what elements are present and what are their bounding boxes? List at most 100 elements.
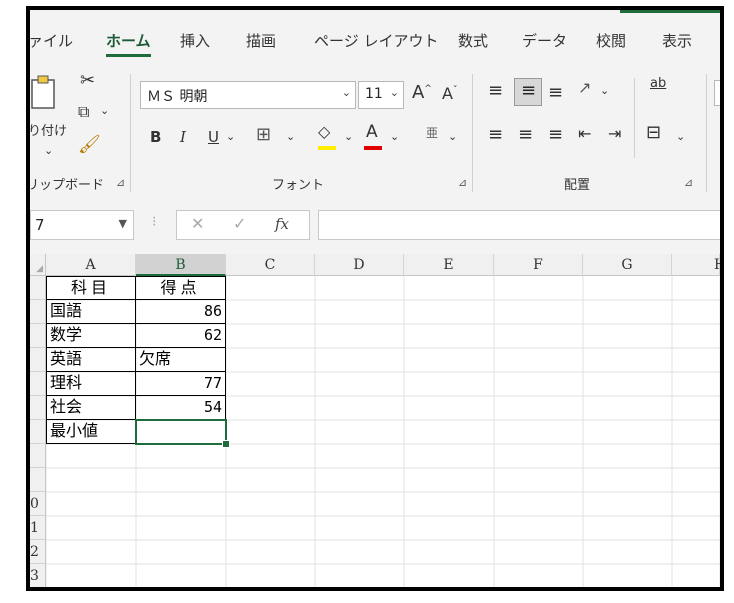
copy-icon[interactable]: ⧉ — [78, 102, 89, 122]
cell-a4[interactable]: 英語 — [46, 348, 136, 372]
chevron-down-icon: ⌄ — [341, 86, 351, 99]
cell-b5[interactable]: 77 — [136, 372, 226, 396]
borders-icon[interactable]: ⊞ — [256, 124, 271, 145]
font-size-select[interactable]: 11 ⌄ — [358, 81, 404, 109]
phonetic-dropdown-icon[interactable]: ⌄ — [448, 130, 457, 143]
tab-insert[interactable]: 挿入 — [180, 30, 210, 51]
cell-b3[interactable]: 62 — [136, 324, 226, 348]
bold-button[interactable]: B — [150, 128, 161, 146]
increase-font-icon[interactable]: A^ — [412, 82, 432, 103]
column-header-h[interactable]: H — [672, 254, 720, 276]
column-header-f[interactable]: F — [494, 254, 583, 276]
cell-a2[interactable]: 国語 — [46, 300, 136, 324]
font-color-icon[interactable]: A — [366, 122, 378, 142]
tab-file[interactable]: ァイル — [30, 30, 73, 51]
italic-button[interactable]: I — [180, 128, 186, 146]
orientation-icon[interactable]: ↗ — [578, 78, 591, 97]
formula-input[interactable] — [318, 210, 720, 240]
row-header[interactable]: 1 — [30, 516, 46, 540]
alignment-launcher-icon[interactable]: ⊿ — [684, 176, 693, 189]
cell-a6[interactable]: 社会 — [46, 396, 136, 420]
cell-b6[interactable]: 54 — [136, 396, 226, 420]
row-header[interactable]: 0 — [30, 492, 46, 516]
fill-handle[interactable] — [222, 440, 230, 448]
align-left-icon[interactable]: ≡ — [488, 124, 503, 145]
cell-a7[interactable]: 最小値 — [46, 420, 136, 444]
phonetic-icon[interactable]: 亜 — [426, 124, 438, 141]
row-header[interactable] — [30, 396, 46, 420]
insert-function-icon[interactable]: fx — [275, 215, 289, 233]
row-header[interactable] — [30, 276, 46, 300]
formula-bar-grip-icon: ⁝ — [152, 214, 157, 230]
row-header[interactable] — [30, 444, 46, 468]
column-header-a[interactable]: A — [46, 254, 136, 276]
cell-b1[interactable]: 得点 — [136, 276, 226, 300]
row-header[interactable]: 2 — [30, 540, 46, 564]
clipboard-group-label: リップボード — [26, 178, 105, 193]
underline-dropdown-icon[interactable]: ⌄ — [226, 130, 235, 143]
align-center-icon[interactable]: ≡ — [518, 124, 533, 145]
align-middle-button[interactable]: ≡ — [514, 78, 542, 106]
row-header[interactable] — [30, 324, 46, 348]
tab-page-layout[interactable]: ページ レイアウト — [314, 30, 438, 51]
borders-dropdown-icon[interactable]: ⌄ — [286, 130, 295, 143]
decrease-indent-icon[interactable]: ⇤ — [578, 124, 591, 143]
paste-label[interactable]: り付け — [30, 120, 67, 139]
format-painter-icon[interactable]: 🖌 — [78, 134, 101, 155]
merge-dropdown-icon[interactable]: ⌄ — [676, 130, 685, 143]
orientation-dropdown-icon[interactable]: ⌄ — [600, 84, 609, 97]
worksheet-grid[interactable]: ◢ A B C D E F G H 0123 科目 得点 国語 86 数学 62… — [30, 254, 720, 587]
fill-dropdown-icon[interactable]: ⌄ — [344, 130, 353, 143]
cut-icon[interactable]: ✂ — [80, 70, 95, 91]
row-header[interactable] — [30, 300, 46, 324]
increase-indent-icon[interactable]: ⇥ — [608, 124, 621, 143]
cell-a1[interactable]: 科目 — [46, 276, 136, 300]
column-header-d[interactable]: D — [315, 254, 404, 276]
align-right-icon[interactable]: ≡ — [548, 124, 563, 145]
copy-dropdown-icon[interactable]: ⌄ — [100, 104, 109, 117]
font-launcher-icon[interactable]: ⊿ — [458, 176, 467, 189]
clipboard-launcher-icon[interactable]: ⊿ — [116, 176, 125, 189]
align-bottom-icon[interactable]: ≡ — [548, 82, 563, 103]
row-header[interactable] — [30, 420, 46, 444]
underline-button[interactable]: U — [208, 128, 219, 146]
row-header[interactable] — [30, 468, 46, 492]
paste-dropdown-icon[interactable]: ⌄ — [44, 144, 53, 157]
tab-formulas[interactable]: 数式 — [458, 30, 488, 51]
wrap-text-icon[interactable]: ab — [650, 77, 666, 90]
fill-color-icon[interactable]: ◇ — [318, 122, 330, 141]
tab-data[interactable]: データ — [522, 30, 567, 51]
tab-draw[interactable]: 描画 — [246, 30, 276, 51]
name-box-dropdown-icon[interactable]: ▼ — [119, 217, 127, 230]
tab-home[interactable]: ホーム — [106, 30, 151, 57]
align-top-icon[interactable]: ≡ — [488, 80, 503, 101]
merge-center-icon[interactable]: ⊟ — [646, 122, 661, 143]
ribbon-tabs: ァイル ホーム 挿入 描画 ページ レイアウト 数式 データ 校閲 表示 — [30, 22, 720, 58]
ribbon-separator — [634, 78, 635, 158]
decrease-font-icon[interactable]: Aˇ — [442, 84, 457, 103]
cell-b2[interactable]: 86 — [136, 300, 226, 324]
font-family-select[interactable]: ＭＳ 明朝 ⌄ — [140, 81, 356, 109]
cell-a5[interactable]: 理科 — [46, 372, 136, 396]
tab-view[interactable]: 表示 — [662, 30, 692, 51]
font-color-dropdown-icon[interactable]: ⌄ — [390, 130, 399, 143]
ribbon-separator — [706, 74, 707, 192]
alignment-group-label: 配置 — [564, 178, 591, 193]
paste-icon[interactable] — [30, 74, 62, 114]
enter-icon[interactable]: ✓ — [233, 214, 246, 233]
cell-b4[interactable]: 欠席 — [136, 348, 226, 372]
row-header[interactable]: 3 — [30, 564, 46, 587]
name-box[interactable]: 7 ▼ — [30, 210, 134, 240]
column-header-c[interactable]: C — [226, 254, 315, 276]
number-format-select[interactable] — [714, 80, 720, 106]
cell-a3[interactable]: 数学 — [46, 324, 136, 348]
cancel-icon[interactable]: ✕ — [191, 214, 204, 233]
select-all-corner[interactable]: ◢ — [30, 254, 46, 276]
column-header-b[interactable]: B — [136, 254, 226, 276]
ribbon-separator — [130, 74, 131, 192]
column-header-g[interactable]: G — [583, 254, 672, 276]
column-header-e[interactable]: E — [404, 254, 494, 276]
row-header[interactable] — [30, 348, 46, 372]
row-header[interactable] — [30, 372, 46, 396]
tab-review[interactable]: 校閲 — [596, 30, 626, 51]
